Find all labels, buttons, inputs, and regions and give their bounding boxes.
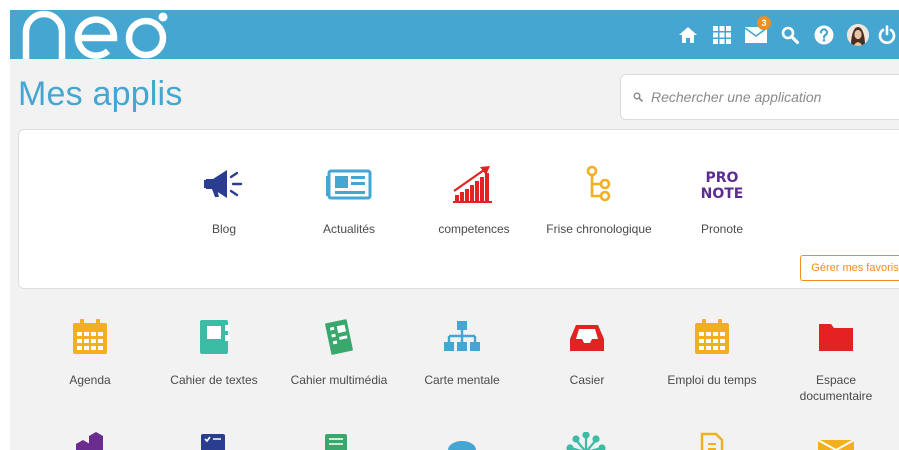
manage-favorites-button[interactable]: Gérer mes favoris: [800, 255, 899, 281]
calendar-icon: [73, 319, 107, 354]
user-photo-icon: [847, 23, 869, 46]
apps-grid-icon: [713, 25, 731, 44]
checklist-icon: [201, 434, 225, 450]
help-icon: [814, 25, 834, 44]
home-icon: [679, 26, 697, 43]
apps-button[interactable]: [705, 10, 739, 59]
app-blog[interactable]: Blog: [164, 160, 284, 237]
megaphone-icon: [204, 170, 243, 198]
mind-map-icon: [444, 321, 480, 351]
document-icon: [700, 432, 724, 450]
network-icon: [566, 432, 606, 450]
cube-icon: [76, 432, 103, 450]
envelope-icon: [817, 439, 855, 450]
help-button[interactable]: [807, 10, 841, 59]
svg-text:NOTE: NOTE: [701, 186, 744, 202]
power-icon: [878, 24, 896, 44]
favorites-panel: Blog Actualités competences Frise chrono…: [18, 129, 899, 289]
app-carte-mentale[interactable]: Carte mentale: [400, 313, 524, 388]
app-cahier-de-textes[interactable]: Cahier de textes: [152, 313, 276, 388]
folder-icon: [819, 324, 853, 351]
app-row-partial-icons: [76, 432, 855, 450]
neo-logo[interactable]: [16, 10, 176, 59]
multimedia-notebook-icon: [325, 319, 353, 355]
app-frise-chronologique[interactable]: Frise chronologique: [539, 160, 659, 237]
app-emploi-du-temps[interactable]: Emploi du temps: [650, 313, 774, 388]
search-icon: [781, 26, 799, 44]
app-agenda[interactable]: Agenda: [28, 313, 152, 388]
pronote-logo-icon: PRO NOTE: [701, 170, 744, 202]
profile-button[interactable]: [841, 10, 875, 59]
app-search-box[interactable]: [620, 74, 899, 120]
schedule-calendar-icon: [695, 319, 729, 354]
newspaper-icon: [326, 169, 372, 200]
mail-badge: 3: [757, 16, 771, 30]
page-title: Mes applis: [18, 75, 183, 113]
home-button[interactable]: [671, 10, 705, 59]
search-icon: [633, 92, 643, 102]
app-espace-documentaire[interactable]: Espace documentaire: [774, 313, 898, 404]
inbox-tray-icon: [570, 325, 604, 351]
app-cahier-multimedia[interactable]: Cahier multimédia: [277, 313, 401, 388]
app-competences[interactable]: competences: [414, 160, 534, 237]
notebook-icon: [200, 320, 230, 354]
logout-button[interactable]: [875, 10, 899, 59]
chat-bubble-icon: [448, 441, 476, 450]
app-casier[interactable]: Casier: [525, 313, 649, 388]
svg-text:PRO: PRO: [706, 170, 739, 186]
book-icon: [325, 434, 347, 450]
bar-chart-icon: [453, 166, 492, 203]
app-page: 3 Mes applis Rechercher une application …: [10, 10, 899, 450]
app-actualites[interactable]: Actualités: [289, 160, 409, 237]
messages-button[interactable]: 3: [739, 10, 773, 59]
search-input[interactable]: [651, 89, 881, 105]
avatar: [847, 23, 869, 46]
timeline-icon: [586, 165, 611, 202]
top-bar: 3: [10, 10, 899, 59]
app-pronote[interactable]: PRO NOTE Pronote: [662, 160, 782, 237]
search-button[interactable]: [773, 10, 807, 59]
header-nav: 3: [671, 10, 899, 59]
